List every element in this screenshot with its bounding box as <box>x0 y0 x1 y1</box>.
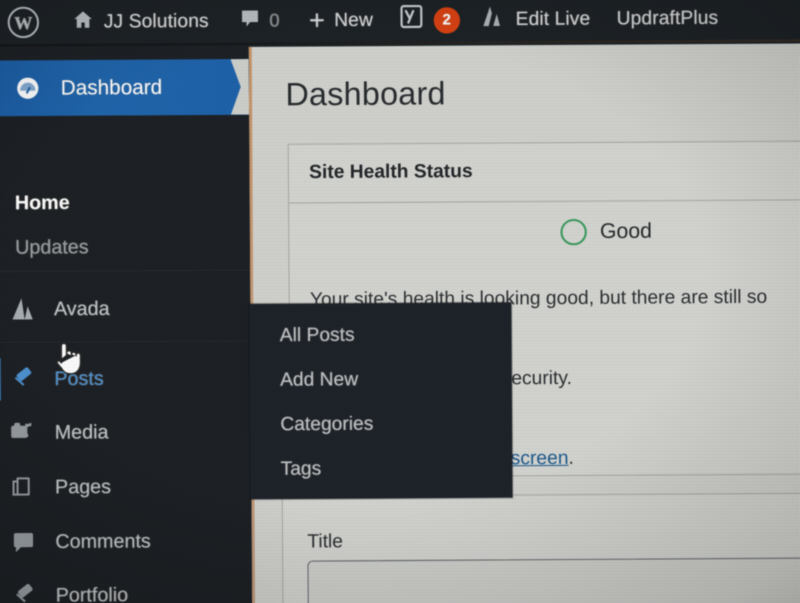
admin-bar-new-content[interactable]: + New <box>307 4 375 36</box>
sidebar-item-dashboard[interactable]: Dashboard <box>0 59 250 117</box>
admin-bar-comment-count: 0 <box>269 10 280 31</box>
wordpress-logo-icon: W <box>7 6 40 39</box>
sidebar-subitem-label-home: Home <box>14 191 70 214</box>
admin-bar-new-label: New <box>334 9 373 31</box>
pin-icon <box>9 583 40 603</box>
admin-bar-updraftplus[interactable]: UpdraftPlus <box>615 7 721 30</box>
pages-icon <box>8 475 39 499</box>
sidebar-subitem-home[interactable]: Home <box>0 187 250 219</box>
yoast-notification-badge: 2 <box>433 6 461 34</box>
flyout-item-add-new[interactable]: Add New <box>280 369 358 392</box>
pin-icon <box>8 366 39 391</box>
admin-sidebar-menu: Dashboard Home Updates Avada Posts Media… <box>0 44 253 603</box>
site-health-status-indicator: Good <box>560 218 653 246</box>
sidebar-item-media[interactable]: Media <box>0 414 251 450</box>
flyout-item-tags[interactable]: Tags <box>281 458 322 481</box>
site-health-line3-suffix: . <box>568 447 574 469</box>
sidebar-subitem-updates[interactable]: Updates <box>0 231 250 263</box>
site-health-panel-header: Site Health Status <box>288 141 800 204</box>
sidebar-separator <box>0 340 251 343</box>
comment-bubble-icon <box>239 7 260 35</box>
page-title: Dashboard <box>285 75 446 113</box>
home-icon <box>71 8 94 36</box>
sidebar-item-label-pages: Pages <box>54 475 112 498</box>
title-input[interactable] <box>307 557 800 603</box>
status-ring-icon <box>560 218 587 246</box>
yoast-seo-icon <box>398 3 425 37</box>
screen-tilt-wrapper: W JJ Solutions 0 + New 2 Edit Live Updra… <box>0 0 800 603</box>
sidebar-item-label-media: Media <box>54 420 109 444</box>
wordpress-admin-screen: W JJ Solutions 0 + New 2 Edit Live Updra… <box>0 0 800 603</box>
sidebar-item-posts[interactable]: Posts <box>0 358 251 401</box>
sidebar-item-label-avada: Avada <box>53 297 110 320</box>
plus-icon: + <box>308 4 326 36</box>
admin-bar-site-name[interactable]: JJ Solutions <box>69 7 210 36</box>
sidebar-item-label-posts: Posts <box>54 367 104 390</box>
current-menu-arrow-icon <box>231 59 250 115</box>
sidebar-item-comments[interactable]: Comments <box>0 524 252 560</box>
title-field-label: Title <box>307 531 344 553</box>
admin-bar-edit-live-label: Edit Live <box>515 7 591 30</box>
sidebar-item-pages[interactable]: Pages <box>0 469 251 505</box>
avada-logo-icon <box>7 297 38 321</box>
sidebar-item-label-portfolio: Portfolio <box>55 583 129 603</box>
admin-bar-edit-live[interactable]: Edit Live <box>478 3 592 35</box>
active-menu-marker <box>0 358 1 401</box>
admin-bar: W JJ Solutions 0 + New 2 Edit Live Updra… <box>0 0 800 47</box>
flyout-item-categories[interactable]: Categories <box>280 413 373 436</box>
status-badge: Good <box>599 219 653 244</box>
admin-bar-comments[interactable]: 0 <box>237 7 282 36</box>
sidebar-item-avada[interactable]: Avada <box>0 291 250 327</box>
sidebar-item-portfolio[interactable]: Portfolio <box>0 577 252 603</box>
admin-bar-yoast[interactable]: 2 <box>396 3 462 37</box>
sidebar-subitem-label-updates: Updates <box>15 235 89 259</box>
sidebar-separator <box>0 269 251 273</box>
avada-logo-icon <box>480 4 507 36</box>
comment-bubble-icon <box>9 530 40 554</box>
admin-bar-site-name-label: JJ Solutions <box>103 10 209 33</box>
admin-bar-wp-logo[interactable]: W <box>6 6 42 39</box>
dashboard-gauge-icon <box>12 77 42 99</box>
flyout-item-all-posts[interactable]: All Posts <box>280 325 355 348</box>
site-health-panel-title: Site Health Status <box>309 160 473 184</box>
media-camera-music-icon <box>8 421 39 445</box>
sidebar-item-label-comments: Comments <box>55 529 151 553</box>
admin-bar-updraftplus-label: UpdraftPlus <box>616 7 719 29</box>
title-field-panel: Title <box>281 492 800 603</box>
posts-flyout-submenu: All Posts Add New Categories Tags <box>249 302 513 500</box>
sidebar-item-label-dashboard: Dashboard <box>60 75 163 100</box>
